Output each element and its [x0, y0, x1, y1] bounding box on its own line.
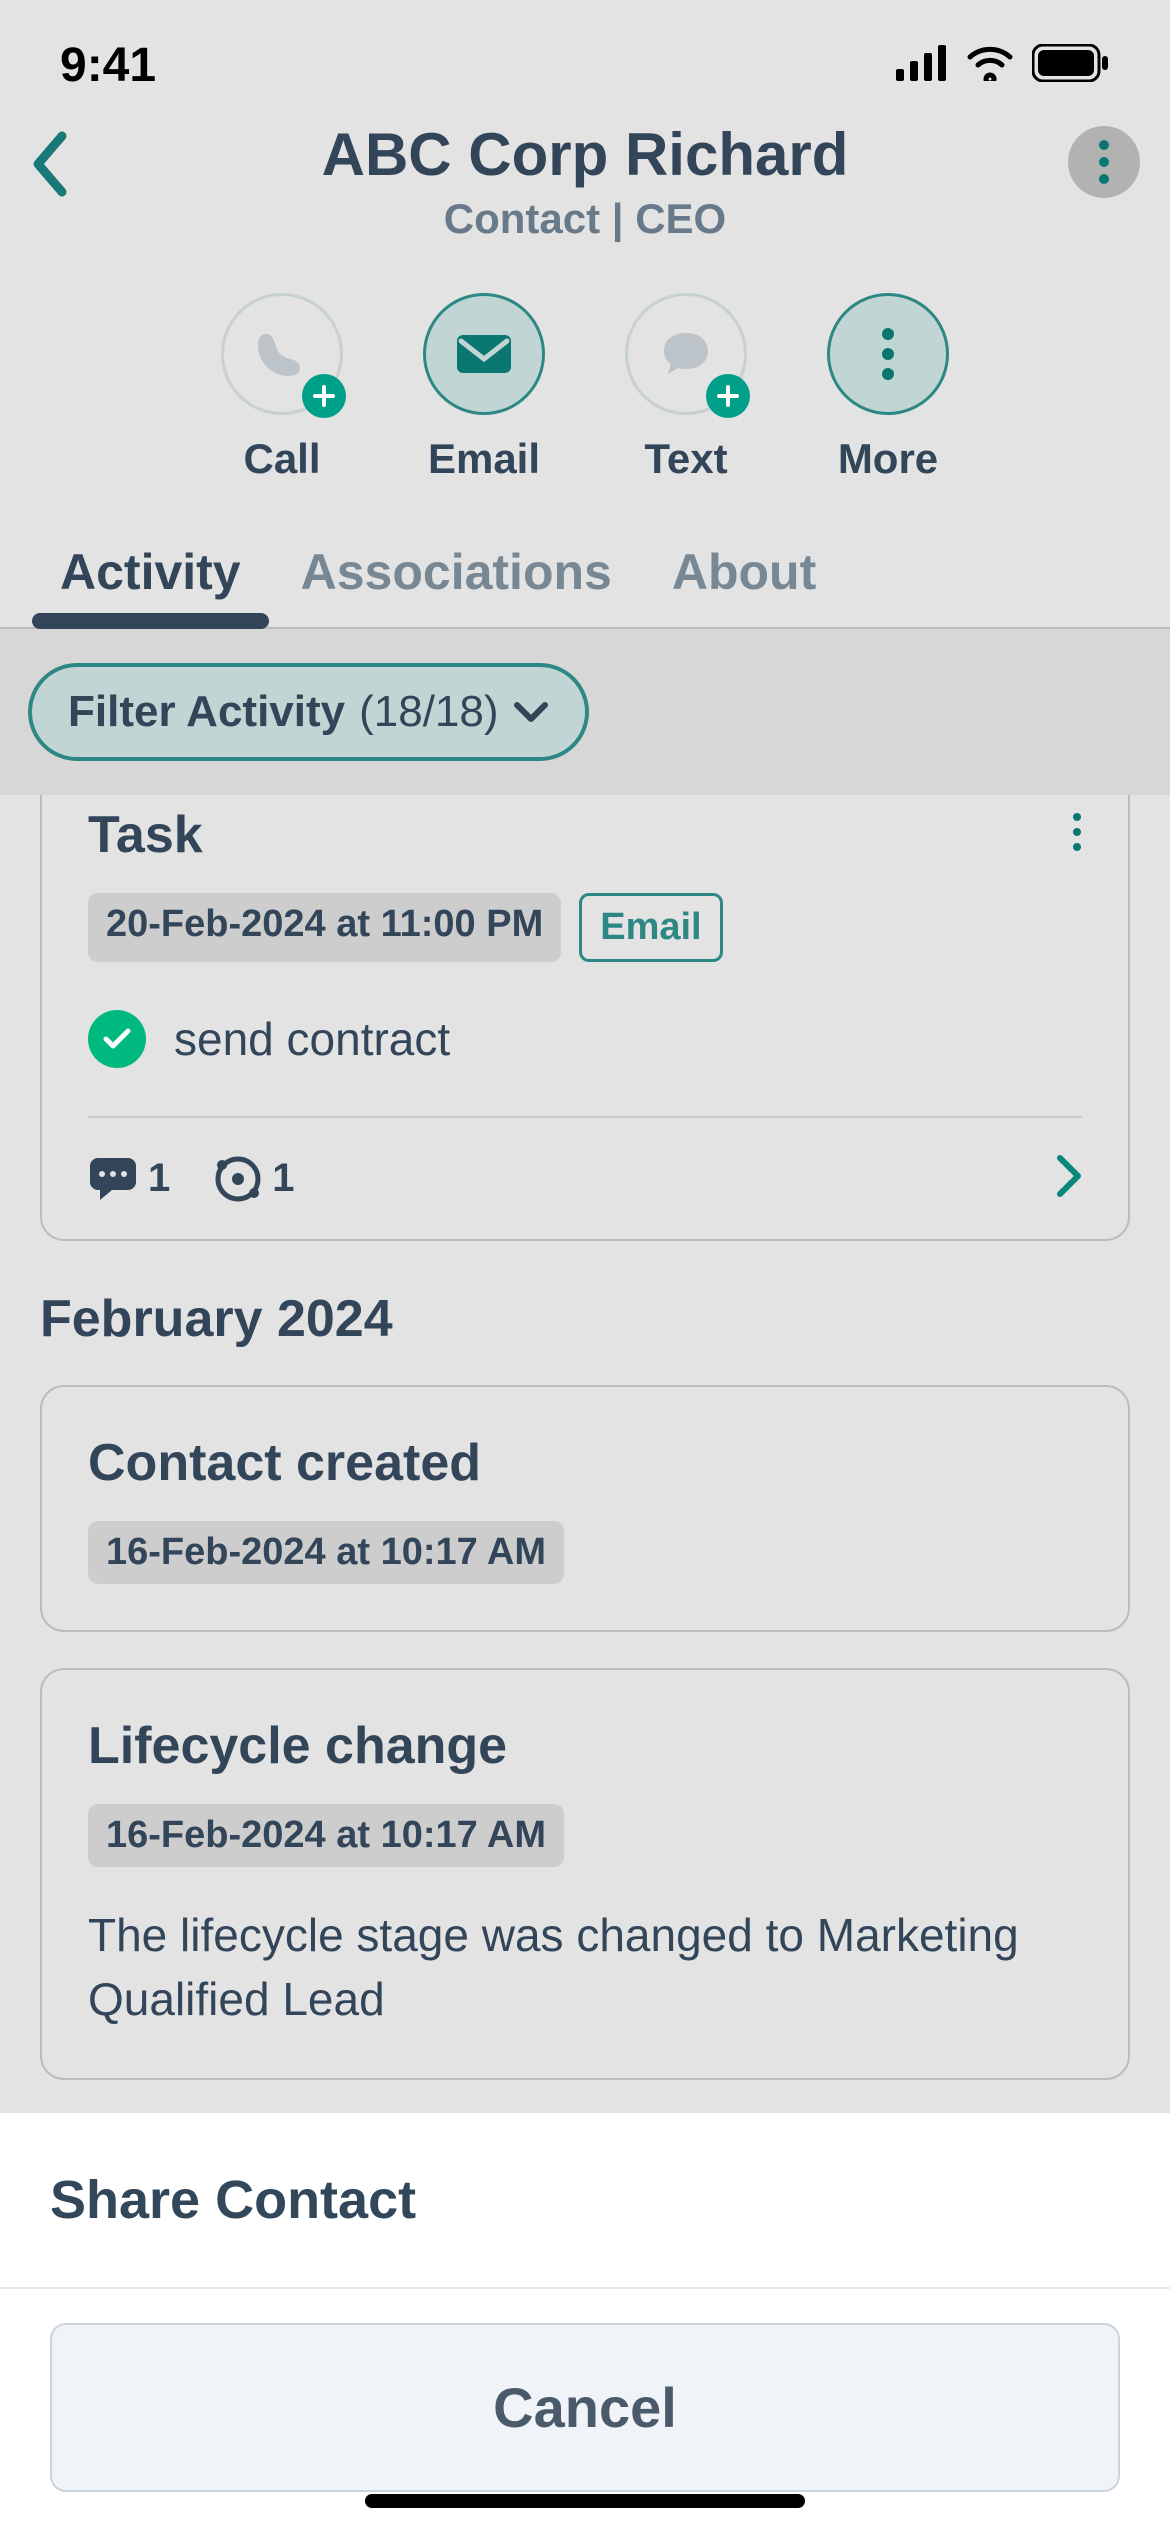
action-sheet: Share Contact Cancel	[0, 2113, 1170, 2532]
cancel-button[interactable]: Cancel	[50, 2323, 1120, 2492]
share-contact-button[interactable]: Share Contact	[0, 2113, 1170, 2289]
home-indicator[interactable]	[365, 2494, 805, 2508]
